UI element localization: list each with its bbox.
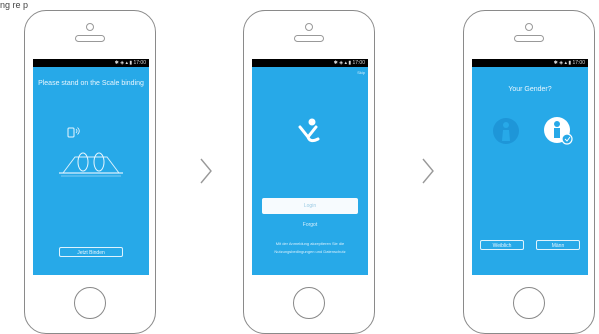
home-button[interactable] <box>513 287 545 319</box>
speaker-grille <box>294 35 324 42</box>
female-gender-icon[interactable] <box>492 117 520 145</box>
speaker-grille <box>514 35 544 42</box>
scale-feet-icon <box>59 152 123 177</box>
female-button[interactable]: Weiblich <box>480 240 524 250</box>
phone-frame-1: ✱ ◈ ▴ ▮ 17:00 Please stand on the Scale … <box>24 10 156 334</box>
male-button[interactable]: Männ <box>536 240 580 250</box>
screen-binding: ✱ ◈ ▴ ▮ 17:00 Please stand on the Scale … <box>33 59 149 275</box>
camera-dot <box>86 23 94 31</box>
male-gender-icon[interactable] <box>542 115 574 147</box>
camera-dot <box>305 23 313 31</box>
screen-gender: ✱ ◈ ▴ ▮ 17:00 Your Gender? Weiblich Männ <box>472 59 588 275</box>
phone-wave-icon <box>67 127 80 138</box>
status-bar: ✱ ◈ ▴ ▮ 17:00 <box>252 59 368 67</box>
chevron-right-icon <box>422 158 434 184</box>
bind-now-button[interactable]: Jetzt Binden <box>59 247 123 257</box>
login-input[interactable]: Login <box>262 198 358 214</box>
terms-line-1: Mit der Anmeldung akzeptieren Sie die <box>275 241 345 246</box>
status-bar: ✱ ◈ ▴ ▮ 17:00 <box>33 59 149 67</box>
gender-title: Your Gender? <box>508 86 552 93</box>
app-logo-icon <box>298 118 320 143</box>
speaker-grille <box>75 35 105 42</box>
screen-login: ✱ ◈ ▴ ▮ 17:00 Skip Login Forgot Mit der … <box>252 59 368 275</box>
camera-dot <box>525 23 533 31</box>
terms-line-2[interactable]: Nutzungsbedingungen und Datenschutz <box>252 249 368 254</box>
binding-title: Please stand on the Scale binding <box>38 80 144 87</box>
forgot-link[interactable]: Forgot <box>252 222 368 228</box>
cropped-caption: ng re p <box>0 0 29 10</box>
phone-frame-3: ✱ ◈ ▴ ▮ 17:00 Your Gender? Weiblich Männ <box>463 10 595 334</box>
skip-link[interactable]: Skip <box>357 70 365 75</box>
phone-frame-2: ✱ ◈ ▴ ▮ 17:00 Skip Login Forgot Mit der … <box>243 10 375 334</box>
status-bar: ✱ ◈ ▴ ▮ 17:00 <box>472 59 588 67</box>
chevron-right-icon <box>200 158 212 184</box>
home-button[interactable] <box>74 287 106 319</box>
home-button[interactable] <box>293 287 325 319</box>
